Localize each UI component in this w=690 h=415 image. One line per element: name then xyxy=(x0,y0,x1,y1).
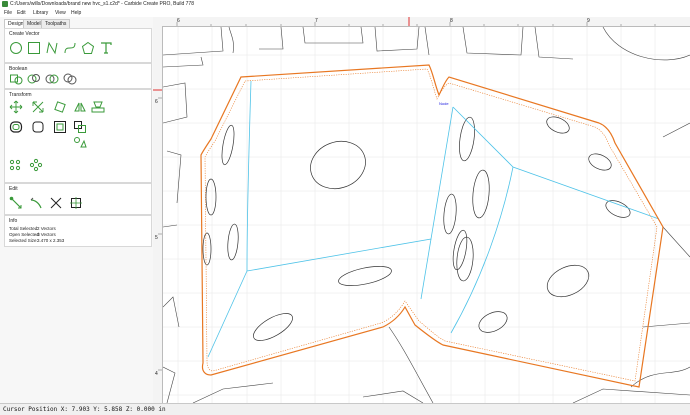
info-group: Info Total Selected: 2 Vectors Open Selec… xyxy=(4,215,152,247)
ruler-left-label: 6 xyxy=(155,99,158,105)
ruler-left-label: 5 xyxy=(155,235,158,241)
menu-help[interactable]: Help xyxy=(71,10,81,16)
outline-icon[interactable] xyxy=(53,120,67,134)
total-selected: Total Selected: 2 Vectors xyxy=(9,226,56,231)
open-selected: Open Selected: 0 Vectors xyxy=(9,232,56,237)
node-edit-icon[interactable] xyxy=(9,196,23,210)
subtract-icon[interactable] xyxy=(27,72,41,86)
knife-icon[interactable] xyxy=(29,196,43,210)
ruler-top-label: 7 xyxy=(315,18,318,24)
vector-drawing[interactable] xyxy=(163,27,690,403)
text-tool-icon[interactable] xyxy=(99,41,113,55)
ruler-left-label: 4 xyxy=(155,371,158,377)
create-vector-title: Create Vector xyxy=(9,31,40,37)
left-ruler: 6 5 4 xyxy=(153,26,163,403)
rectangle-tool-icon[interactable] xyxy=(27,41,41,55)
union-icon[interactable] xyxy=(9,72,23,86)
join-icon[interactable] xyxy=(69,196,83,210)
node-label: Node xyxy=(439,101,449,106)
circle-tool-icon[interactable] xyxy=(9,41,23,55)
distribute-icon[interactable] xyxy=(9,158,23,172)
menu-library[interactable]: Library xyxy=(33,10,48,16)
edit-group: Edit xyxy=(4,183,152,215)
design-canvas[interactable]: 6 7 8 9 6 5 4 Node xyxy=(153,17,690,403)
transform-group: Transform xyxy=(4,89,152,183)
polygon-tool-icon[interactable] xyxy=(81,41,95,55)
top-ruler: 6 7 8 9 xyxy=(153,17,690,27)
scale-icon[interactable] xyxy=(31,100,45,114)
boolean-group: Boolean xyxy=(4,63,152,89)
menu-file[interactable]: File xyxy=(4,10,12,16)
array-icon[interactable] xyxy=(73,120,87,134)
mirror-icon[interactable] xyxy=(73,100,87,114)
ruler-top-label: 6 xyxy=(177,18,180,24)
intersect-icon[interactable] xyxy=(45,72,59,86)
shape-triangle-icon[interactable] xyxy=(73,135,87,149)
curve-tool-icon[interactable] xyxy=(63,41,77,55)
ruler-top-label: 8 xyxy=(450,18,453,24)
circular-array-icon[interactable] xyxy=(29,158,43,172)
move-icon[interactable] xyxy=(9,100,23,114)
edit-title: Edit xyxy=(9,186,18,192)
app-icon xyxy=(2,1,8,7)
trim-icon[interactable] xyxy=(49,196,63,210)
polyline-tool-icon[interactable] xyxy=(45,41,59,55)
menu-edit[interactable]: Edit xyxy=(17,10,26,16)
transform-title: Transform xyxy=(9,92,32,98)
status-bar: Cursor Position X: 7.903 Y: 5.858 Z: 0.0… xyxy=(0,403,690,415)
design-panel: Design Model Toolpaths Create Vector Boo… xyxy=(0,17,154,403)
create-vector-group: Create Vector xyxy=(4,28,152,63)
fillet-icon[interactable] xyxy=(31,120,45,134)
cursor-position: Cursor Position X: 7.903 Y: 5.858 Z: 0.0… xyxy=(3,406,166,413)
menu-view[interactable]: View xyxy=(55,10,66,16)
window-title: C:/Users/wills/Downloads/brand new hvc_s… xyxy=(10,1,194,7)
align-icon[interactable] xyxy=(91,100,105,114)
selected-size: Selected Size: 3.470 x 2.353 xyxy=(9,238,65,243)
tab-toolpaths[interactable]: Toolpaths xyxy=(41,19,71,28)
weld-icon[interactable] xyxy=(63,72,77,86)
rotate-icon[interactable] xyxy=(53,100,67,114)
offset-icon[interactable] xyxy=(9,120,23,134)
menu-bar: File Edit Library View Help xyxy=(0,9,690,17)
info-title: Info xyxy=(9,218,18,224)
ruler-top-label: 9 xyxy=(587,18,590,24)
